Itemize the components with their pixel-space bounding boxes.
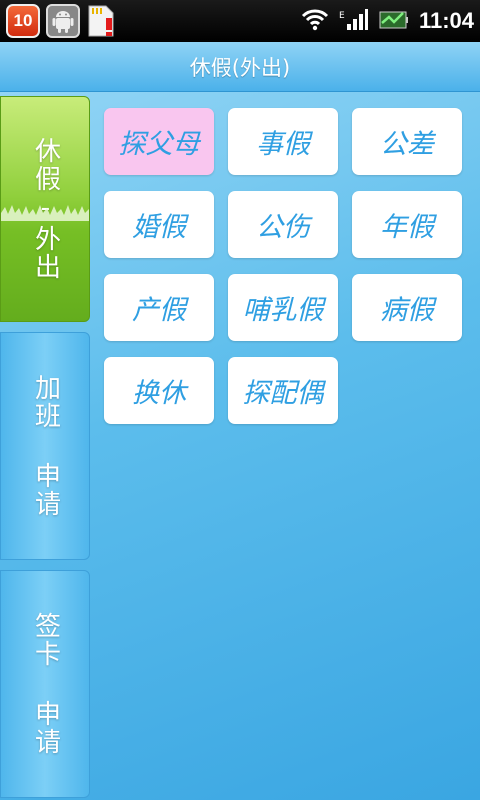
leave-type-visit-spouse[interactable]: 探配偶 xyxy=(228,357,338,424)
leave-type-label: 换休 xyxy=(132,378,186,409)
title-bar: 休假(外出) xyxy=(0,42,480,92)
leave-type-label: 公伤 xyxy=(256,212,310,243)
status-bar: 10 E 11:04 xyxy=(0,0,480,42)
leave-type-label: 探配偶 xyxy=(242,378,324,409)
android-icon[interactable] xyxy=(46,4,80,38)
battery-charging-icon xyxy=(379,7,409,35)
leave-type-work-injury[interactable]: 公伤 xyxy=(228,191,338,258)
tab-card-sign-request[interactable]: 签卡 申请 xyxy=(0,570,90,798)
notification-count-badge[interactable]: 10 xyxy=(6,4,40,38)
leave-type-label: 婚假 xyxy=(132,212,186,243)
leave-type-sick[interactable]: 病假 xyxy=(352,274,462,341)
leave-type-annual[interactable]: 年假 xyxy=(352,191,462,258)
leave-type-business-trip[interactable]: 公差 xyxy=(352,108,462,175)
tab-label-overtime-request: 加班 申请 xyxy=(30,374,61,518)
sidebar: 休假-外出 加班 申请 签卡 申请 xyxy=(0,92,92,800)
clock: 11:04 xyxy=(418,8,474,33)
page-title: 休假(外出) xyxy=(189,55,291,80)
leave-type-label: 病假 xyxy=(380,295,434,326)
sd-card-icon[interactable] xyxy=(86,4,116,38)
tab-label-card-sign-request: 签卡 申请 xyxy=(30,612,61,756)
signal-icon: E xyxy=(339,7,369,35)
leave-type-label: 探父母 xyxy=(118,129,200,160)
grass-decoration xyxy=(1,205,89,221)
leave-type-nursing[interactable]: 哺乳假 xyxy=(228,274,338,341)
leave-type-visit-parents[interactable]: 探父母 xyxy=(104,108,214,175)
leave-type-marriage[interactable]: 婚假 xyxy=(104,191,214,258)
leave-type-personal[interactable]: 事假 xyxy=(228,108,338,175)
leave-type-label: 产假 xyxy=(132,295,186,326)
app-screen: 休假(外出) 休假-外出 加班 申请 签卡 申请 探父母 事假 公差 婚假 公伤… xyxy=(0,42,480,800)
svg-text:E: E xyxy=(339,11,345,21)
leave-type-label: 哺乳假 xyxy=(242,295,324,326)
leave-type-maternity[interactable]: 产假 xyxy=(104,274,214,341)
leave-type-label: 公差 xyxy=(380,129,434,160)
wifi-icon xyxy=(301,7,329,35)
leave-type-label: 事假 xyxy=(256,129,310,160)
leave-type-label: 年假 xyxy=(380,212,434,243)
leave-type-compensatory[interactable]: 换休 xyxy=(104,357,214,424)
leave-type-grid: 探父母 事假 公差 婚假 公伤 年假 产假 哺乳假 病假 换休 探配偶 xyxy=(104,108,468,424)
tab-leave-outing[interactable]: 休假-外出 xyxy=(0,96,90,322)
tab-overtime-request[interactable]: 加班 申请 xyxy=(0,332,90,560)
